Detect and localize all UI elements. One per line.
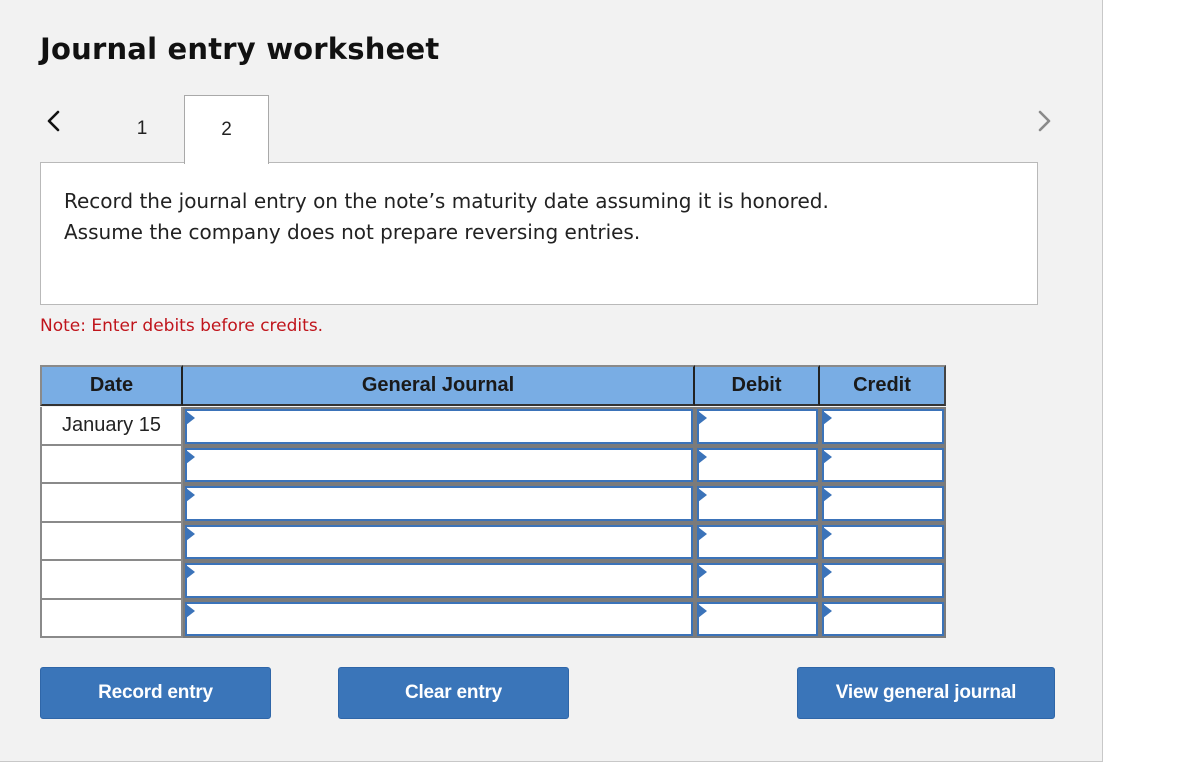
chevron-right-icon — [1038, 110, 1051, 132]
debit-cell — [695, 407, 820, 446]
credit-cell — [820, 599, 946, 638]
debit-cell — [695, 445, 820, 484]
instruction-box: Record the journal entry on the note’s m… — [40, 162, 1038, 305]
debit-input[interactable] — [699, 488, 816, 519]
credit-input[interactable] — [824, 488, 942, 519]
input-frame — [697, 447, 818, 482]
header-general-journal: General Journal — [183, 365, 695, 406]
input-frame — [697, 409, 818, 444]
debit-cell — [695, 522, 820, 561]
debit-input[interactable] — [699, 526, 816, 557]
credit-cell — [820, 445, 946, 484]
account-cell — [183, 599, 695, 638]
date-cell — [40, 599, 183, 638]
clear-entry-button[interactable]: Clear entry — [338, 667, 569, 719]
credit-cell — [820, 522, 946, 561]
table-row — [40, 561, 946, 600]
credit-input[interactable] — [824, 411, 942, 442]
date-cell: January 15 — [40, 407, 183, 446]
input-frame — [822, 409, 944, 444]
input-frame — [822, 447, 944, 482]
instruction-text: Record the journal entry on the note’s m… — [64, 186, 829, 248]
debit-input[interactable] — [699, 565, 816, 596]
debit-input[interactable] — [699, 603, 816, 634]
input-frame — [697, 601, 818, 636]
next-button[interactable] — [1032, 106, 1056, 136]
account-input[interactable] — [187, 449, 691, 480]
account-input[interactable] — [187, 565, 691, 596]
header-date: Date — [40, 365, 183, 406]
instruction-line-1: Record the journal entry on the note’s m… — [64, 189, 829, 213]
tab-label: 2 — [221, 119, 232, 140]
table-row: January 15 — [40, 407, 946, 446]
worksheet-panel: Journal entry worksheet 1 2 Record the j… — [0, 0, 1103, 762]
tab-1[interactable]: 1 — [112, 95, 172, 162]
table-row — [40, 522, 946, 561]
view-general-journal-button[interactable]: View general journal — [797, 667, 1055, 719]
debit-cell — [695, 599, 820, 638]
table-row — [40, 599, 946, 638]
input-frame — [822, 486, 944, 521]
input-frame — [185, 601, 693, 636]
credit-cell — [820, 484, 946, 523]
date-cell — [40, 522, 183, 561]
page-title: Journal entry worksheet — [40, 32, 440, 66]
tab-label: 1 — [136, 117, 148, 139]
input-frame — [697, 486, 818, 521]
tab-2[interactable]: 2 — [184, 95, 269, 164]
prev-button[interactable] — [42, 106, 66, 136]
account-cell — [183, 561, 695, 600]
input-frame — [185, 409, 693, 444]
instruction-line-2: Assume the company does not prepare reve… — [64, 220, 641, 244]
account-input[interactable] — [187, 603, 691, 634]
account-cell — [183, 407, 695, 446]
account-input[interactable] — [187, 488, 691, 519]
note-text: Note: Enter debits before credits. — [40, 316, 324, 336]
record-entry-button[interactable]: Record entry — [40, 667, 271, 719]
debit-cell — [695, 561, 820, 600]
input-frame — [822, 563, 944, 598]
account-cell — [183, 522, 695, 561]
debit-input[interactable] — [699, 449, 816, 480]
credit-input[interactable] — [824, 565, 942, 596]
input-frame — [822, 601, 944, 636]
header-credit: Credit — [820, 365, 946, 406]
chevron-left-icon — [47, 110, 60, 132]
date-cell — [40, 561, 183, 600]
input-frame — [697, 524, 818, 559]
credit-cell — [820, 561, 946, 600]
input-frame — [185, 486, 693, 521]
table-row — [40, 484, 946, 523]
debit-cell — [695, 484, 820, 523]
credit-input[interactable] — [824, 603, 942, 634]
header-debit: Debit — [695, 365, 820, 406]
input-frame — [185, 524, 693, 559]
credit-input[interactable] — [824, 526, 942, 557]
credit-cell — [820, 407, 946, 446]
input-frame — [185, 447, 693, 482]
table-row — [40, 445, 946, 484]
input-frame — [185, 563, 693, 598]
account-cell — [183, 484, 695, 523]
input-frame — [822, 524, 944, 559]
account-cell — [183, 445, 695, 484]
date-cell — [40, 445, 183, 484]
account-input[interactable] — [187, 411, 691, 442]
date-cell — [40, 484, 183, 523]
input-frame — [697, 563, 818, 598]
credit-input[interactable] — [824, 449, 942, 480]
debit-input[interactable] — [699, 411, 816, 442]
account-input[interactable] — [187, 526, 691, 557]
